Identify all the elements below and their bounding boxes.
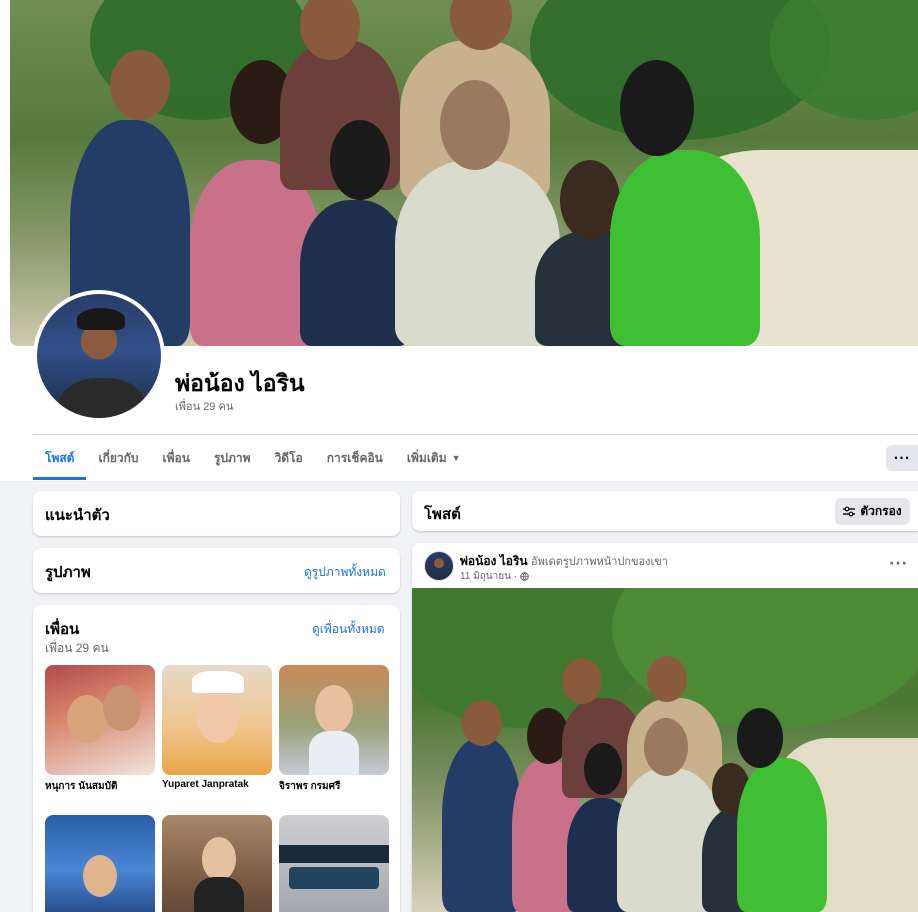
friend-name[interactable]: หนุการ นันสมบัติ (45, 779, 155, 794)
post-menu-icon[interactable]: ··· (889, 556, 908, 572)
filter-label: ตัวกรอง (860, 504, 902, 518)
tab-videos[interactable]: วิดีโอ (263, 436, 315, 480)
photos-card: รูปภาพ ดูรูปภาพทั้งหมด (33, 548, 400, 593)
tab-photos[interactable]: รูปภาพ (202, 436, 263, 480)
tab-friends-label: เพื่อน (162, 450, 190, 465)
caret-down-icon: ▼ (451, 453, 461, 463)
friend-photo[interactable] (162, 815, 272, 912)
tab-checkins-label: การเช็คอิน (326, 450, 383, 465)
see-all-photos-link[interactable]: ดูรูปภาพทั้งหมด (304, 563, 386, 582)
friend-photo[interactable] (279, 815, 389, 912)
tab-more[interactable]: เพิ่มเติม ▼ (395, 436, 473, 480)
tab-checkins[interactable]: การเช็คอิน (315, 436, 395, 480)
globe-icon (520, 572, 529, 581)
profile-avatar[interactable] (33, 290, 165, 422)
tab-about[interactable]: เกี่ยวกับ (86, 436, 150, 480)
friends-count: เพื่อน 29 คน (45, 641, 109, 655)
friend-photo[interactable] (45, 665, 155, 775)
posts-title: โพสต์ (424, 506, 461, 523)
post-meta: 11 มิถุนายน · (460, 569, 529, 584)
friends-card: เพื่อน ดูเพื่อนทั้งหมด เพื่อน 29 คน หนุก… (33, 605, 400, 912)
header-divider (33, 434, 918, 435)
profile-header: พ่อน้อง ไอริน เพื่อน 29 คน โพสต์ เกี่ยวก… (0, 0, 918, 481)
post-date[interactable]: 11 มิถุนายน · (460, 569, 517, 584)
more-icon: ··· (893, 451, 911, 465)
cover-photo[interactable] (10, 0, 918, 346)
post-action-text: อัพเดตรูปภาพหน้าปกของเขา (530, 556, 668, 568)
see-all-friends-link[interactable]: ดูเพื่อนทั้งหมด (312, 620, 385, 639)
photos-title: รูปภาพ (45, 564, 91, 581)
profile-friends-count[interactable]: เพื่อน 29 คน (175, 397, 233, 415)
tab-posts-label: โพสต์ (45, 450, 75, 465)
filter-icon (843, 506, 856, 517)
post-image[interactable] (412, 588, 918, 912)
friend-name[interactable]: จิราพร กรมศรี (279, 779, 389, 794)
friends-title: เพื่อน (45, 621, 80, 638)
post-author-name[interactable]: พ่อน้อง ไอริน (460, 554, 528, 568)
friend-photo[interactable] (45, 815, 155, 912)
friend-name[interactable]: Yuparet Janpratak (162, 779, 272, 790)
tab-about-label: เกี่ยวกับ (98, 450, 139, 465)
more-button[interactable]: ··· (886, 445, 918, 471)
tab-friends[interactable]: เพื่อน (151, 436, 202, 480)
tab-posts[interactable]: โพสต์ (33, 436, 87, 480)
profile-tabs: โพสต์ เกี่ยวกับ เพื่อน รูปภาพ วิดีโอ การ… (33, 436, 473, 480)
post-author-avatar[interactable] (424, 551, 454, 581)
friend-photo[interactable] (279, 665, 389, 775)
tab-videos-label: วิดีโอ (274, 450, 303, 465)
friend-photo[interactable] (162, 665, 272, 775)
intro-title: แนะนำตัว (45, 507, 110, 524)
filter-button[interactable]: ตัวกรอง (835, 498, 910, 525)
tab-more-label: เพิ่มเติม (406, 450, 447, 465)
tab-photos-label: รูปภาพ (213, 450, 251, 465)
intro-card: แนะนำตัว (33, 491, 400, 536)
